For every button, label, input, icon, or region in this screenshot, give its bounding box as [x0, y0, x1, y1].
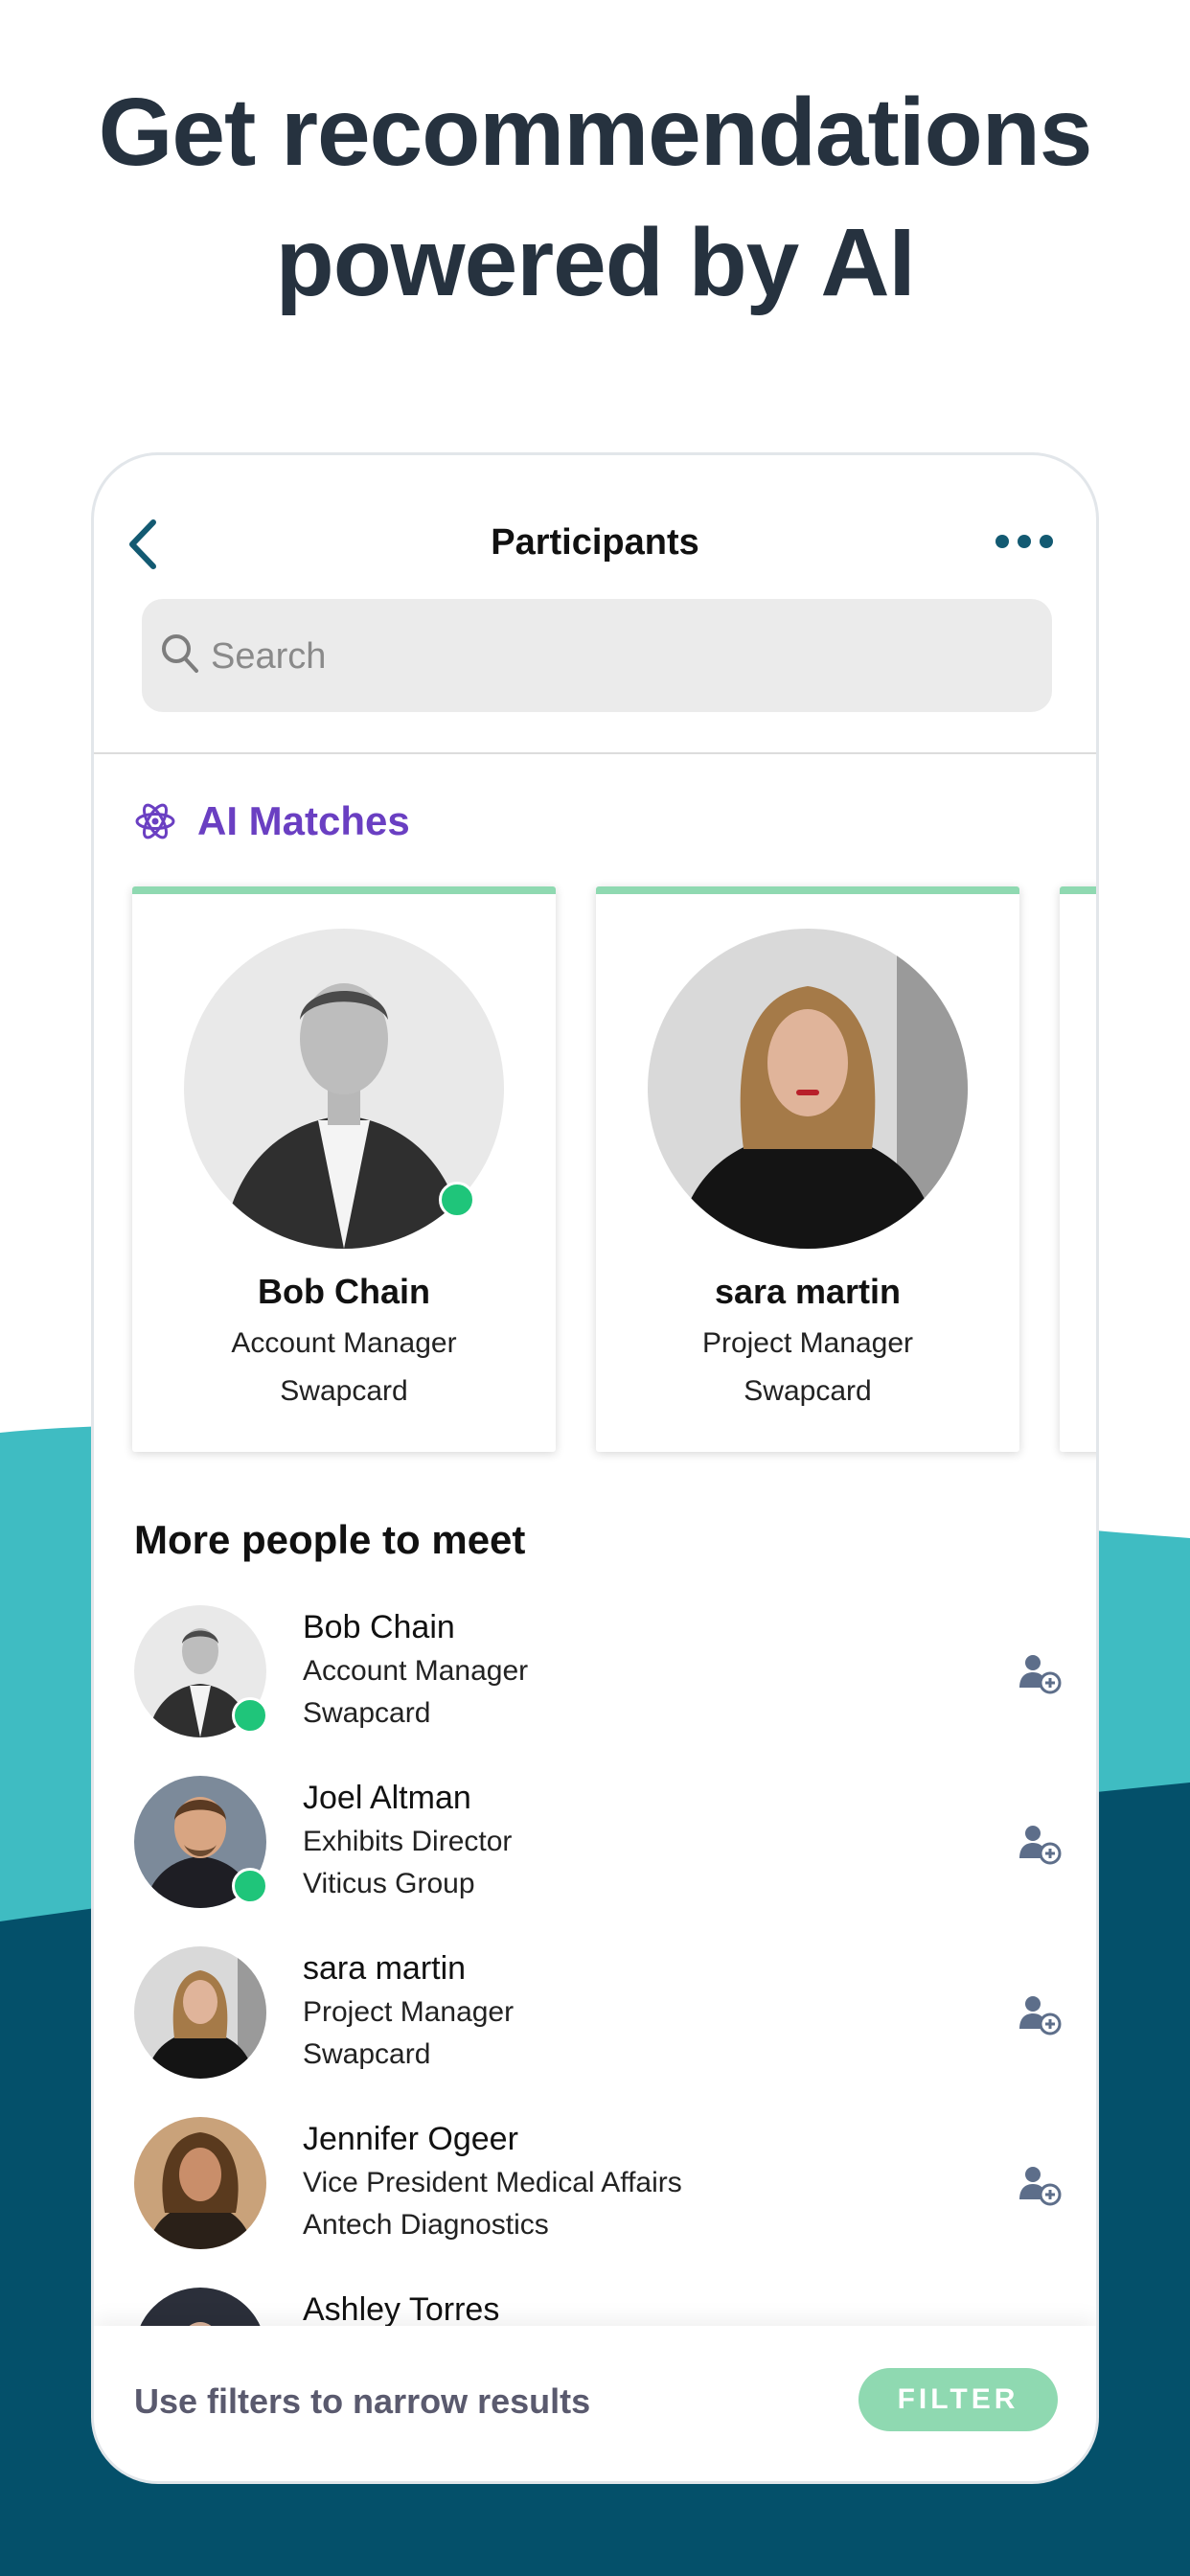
person-company: Swapcard: [303, 2038, 431, 2070]
person-name: Joel Altman: [303, 1780, 471, 1816]
card-company: Swapcard: [280, 1375, 408, 1407]
person-company: Swapcard: [303, 1697, 431, 1729]
ellipsis-icon[interactable]: [991, 522, 1058, 561]
card-name: Bob Chain: [258, 1272, 430, 1311]
person-name: Ashley Torres: [303, 2291, 500, 2328]
person-role: Project Manager: [303, 1996, 515, 2028]
search-input[interactable]: [209, 618, 1027, 695]
atom-icon: [135, 803, 175, 840]
top-bar: Participants: [94, 455, 1096, 754]
promo-headline: Get recommendations powered by AI: [0, 67, 1190, 328]
avatar: [648, 929, 968, 1249]
online-status-dot: [232, 1868, 268, 1904]
card-role: Account Manager: [231, 1327, 457, 1359]
person-role: Account Manager: [303, 1655, 529, 1687]
ai-matches-header: AI Matches: [134, 793, 410, 850]
card-role: Project Manager: [701, 1327, 914, 1359]
headline-line-2: powered by AI: [275, 209, 916, 316]
ai-match-card[interactable]: sara martin Project Manager Swapcard: [596, 886, 1019, 1452]
person-role: Exhibits Director: [303, 1826, 513, 1857]
filter-bar: Use filters to narrow results FILTER: [94, 2326, 1096, 2481]
filter-hint: Use filters to narrow results: [134, 2381, 591, 2421]
filter-button[interactable]: FILTER: [858, 2368, 1058, 2431]
avatar: [134, 2117, 266, 2249]
person-name: Bob Chain: [303, 1609, 455, 1645]
card-name: sara martin: [714, 1272, 902, 1311]
person-role: Vice President Medical Affairs: [303, 2167, 682, 2198]
person-name: sara martin: [303, 1950, 467, 1987]
ai-matches-label: AI Matches: [197, 798, 410, 843]
ai-matches-carousel: Bob Chain Account Manager Swapcard sara …: [132, 886, 1096, 1461]
headline-line-1: Get recommendations: [98, 79, 1093, 186]
search-icon: [162, 634, 198, 673]
person-company: Antech Diagnostics: [303, 2209, 549, 2241]
search-bar: [142, 599, 1052, 712]
list-item[interactable]: Bob Chain Account Manager Swapcard: [94, 1605, 1096, 1768]
add-contact-icon[interactable]: [1018, 2163, 1062, 2207]
add-contact-icon[interactable]: [1018, 1822, 1062, 1866]
list-item[interactable]: Jennifer Ogeer Vice President Medical Af…: [94, 2117, 1096, 2280]
online-status-dot: [232, 1697, 268, 1734]
add-contact-icon[interactable]: [1018, 1992, 1062, 2036]
ai-match-card[interactable]: Bob Chain Account Manager Swapcard: [132, 886, 556, 1452]
more-people-title: More people to meet: [134, 1517, 526, 1562]
list-item[interactable]: sara martin Project Manager Swapcard: [94, 1946, 1096, 2109]
card-company: Swapcard: [744, 1375, 872, 1407]
avatar: [134, 1946, 266, 2079]
add-contact-icon[interactable]: [1018, 1651, 1062, 1695]
person-name: Jennifer Ogeer: [303, 2121, 518, 2157]
screen-title: Participants: [491, 522, 699, 563]
list-item[interactable]: Joel Altman Exhibits Director Viticus Gr…: [94, 1776, 1096, 1939]
person-company: Viticus Group: [303, 1868, 475, 1899]
online-status-dot: [439, 1182, 475, 1218]
phone-screen: Participants AI Matches: [91, 452, 1099, 2484]
ai-match-card[interactable]: [1060, 886, 1096, 1452]
